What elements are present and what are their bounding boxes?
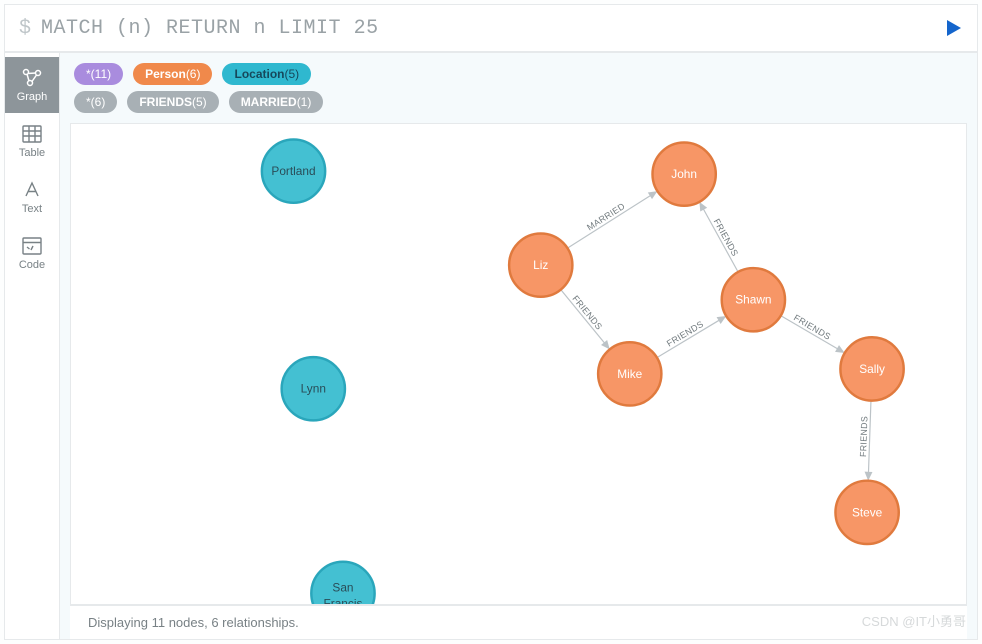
svg-text:FRIENDS: FRIENDS [792,313,833,342]
graph-node-mike[interactable]: Mike [598,342,661,405]
filter-chip-married[interactable]: MARRIED(1) [229,91,324,113]
play-icon [943,18,963,38]
filter-chip-all[interactable]: *(11) [74,63,123,85]
code-icon [22,235,42,257]
sidebar-tab-graph[interactable]: Graph [5,57,59,113]
node-labels-row: *(11) Person(6) Location(5) [74,63,963,85]
run-query-button[interactable] [943,18,963,38]
filter-chip-person[interactable]: Person(6) [133,63,212,85]
table-icon [22,123,42,145]
graph-node-steve[interactable]: Steve [835,481,898,544]
filter-chip-location[interactable]: Location(5) [222,63,311,85]
graph-node-lynn[interactable]: Lynn [282,357,345,420]
cypher-query-input[interactable]: MATCH (n) RETURN n LIMIT 25 [41,17,943,40]
text-icon [22,179,42,201]
svg-text:FRIENDS: FRIENDS [665,319,705,349]
svg-text:FRIENDS: FRIENDS [712,217,741,258]
sidebar-tab-code[interactable]: Code [5,225,59,281]
graph-svg[interactable]: MARRIED FRIENDS FRIENDS FRIENDS FRIENDS FRIEN… [71,124,966,604]
graph-node-shawn[interactable]: Shawn [722,268,785,331]
result-frame: Graph Table Text [4,52,978,640]
sidebar-tab-label: Table [19,147,45,159]
sidebar-tab-label: Graph [17,91,48,103]
graph-icon [21,67,43,89]
sidebar-tab-table[interactable]: Table [5,113,59,169]
result-content: *(11) Person(6) Location(5) *(6) FRIENDS(5)… [60,52,978,640]
prompt-symbol: $ [19,17,31,40]
sidebar-tab-label: Text [22,203,42,215]
status-text: Displaying 11 nodes, 6 relationships. [88,615,299,630]
status-bar: Displaying 11 nodes, 6 relationships. [70,605,967,639]
graph-node-liz[interactable]: Liz [509,233,572,296]
sidebar-tab-text[interactable]: Text [5,169,59,225]
svg-text:MARRIED: MARRIED [585,201,627,233]
graph-node-sanfran[interactable]: SanFrancis [311,562,374,604]
svg-text:FRIENDS: FRIENDS [570,294,604,332]
graph-node-john[interactable]: John [653,142,716,205]
sidebar-tab-label: Code [19,259,45,271]
view-sidebar: Graph Table Text [4,52,60,640]
graph-node-portland[interactable]: Portland [262,140,325,203]
query-editor-bar: $ MATCH (n) RETURN n LIMIT 25 [4,4,978,52]
graph-canvas[interactable]: MARRIED FRIENDS FRIENDS FRIENDS FRIENDS FRIEN… [70,123,967,605]
filter-chip-all[interactable]: *(6) [74,91,117,113]
overview-filters: *(11) Person(6) Location(5) *(6) FRIENDS(5)… [60,53,977,119]
filter-chip-friends[interactable]: FRIENDS(5) [127,91,218,113]
rel-types-row: *(6) FRIENDS(5) MARRIED(1) [74,91,963,113]
svg-text:FRIENDS: FRIENDS [858,416,869,457]
graph-node-sally[interactable]: Sally [840,337,903,400]
